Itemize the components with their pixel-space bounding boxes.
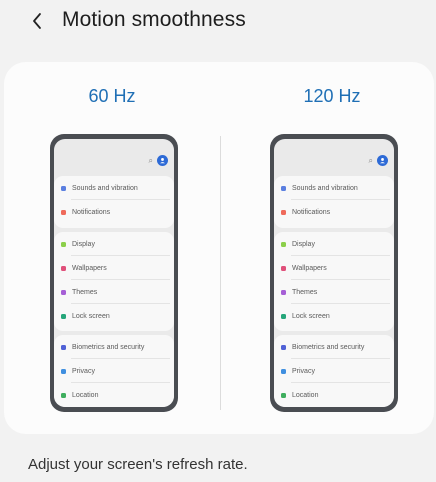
list-item: Themes <box>54 280 174 304</box>
list-item: Lock screen <box>274 304 394 328</box>
refresh-rate-card: 60 Hz ⌕ Sounds and vibration Notificatio… <box>4 62 434 434</box>
list-item-label: Privacy <box>72 367 95 375</box>
list-item-label: Location <box>292 391 319 399</box>
option-label-120hz: 120 Hz <box>303 86 361 106</box>
location-icon <box>61 392 66 398</box>
list-item: Notifications <box>274 200 394 224</box>
settings-group: Display Wallpapers Themes Lock screen <box>274 232 394 331</box>
themes-icon <box>281 289 286 295</box>
option-label-60hz: 60 Hz <box>88 86 136 106</box>
search-icon: ⌕ <box>368 155 373 165</box>
list-item-label: Privacy <box>292 367 315 375</box>
option-60hz[interactable]: 60 Hz ⌕ Sounds and vibration Notificatio… <box>12 62 212 434</box>
list-item-label: Biometrics and security <box>72 343 145 351</box>
app-bar: Motion smoothness <box>0 0 436 44</box>
list-item: Lock screen <box>54 304 174 328</box>
back-button[interactable] <box>26 9 48 33</box>
privacy-icon <box>61 368 66 374</box>
list-item-label: Sounds and vibration <box>72 184 138 192</box>
list-item-label: Display <box>292 240 315 248</box>
list-item-label: Themes <box>292 288 318 296</box>
sounds-icon <box>61 185 66 191</box>
list-item-label: Biometrics and security <box>292 343 365 351</box>
search-icon: ⌕ <box>148 155 153 165</box>
privacy-icon <box>281 368 286 374</box>
list-item-label: Wallpapers <box>72 264 107 272</box>
wallpapers-icon <box>61 265 66 271</box>
chevron-left-icon <box>33 13 41 29</box>
option-divider <box>220 136 221 410</box>
list-item: Display <box>54 232 174 256</box>
page-title: Motion smoothness <box>62 8 246 31</box>
settings-group: Display Wallpapers Themes Lock screen <box>54 232 174 331</box>
phone-screen: ⌕ Sounds and vibration Notifications Dis… <box>54 139 174 407</box>
phone-preview-60hz: ⌕ Sounds and vibration Notifications Dis… <box>50 134 178 412</box>
list-item: Display <box>274 232 394 256</box>
account-icon <box>157 155 168 166</box>
settings-group: Sounds and vibration Notifications <box>54 176 174 228</box>
account-icon <box>377 155 388 166</box>
description-text: Adjust your screen's refresh rate. <box>28 456 248 473</box>
display-icon <box>61 241 66 247</box>
notifications-icon <box>281 209 286 215</box>
notifications-icon <box>61 209 66 215</box>
list-item: Sounds and vibration <box>54 176 174 200</box>
preview-toolbar: ⌕ <box>149 155 168 166</box>
sounds-icon <box>281 185 286 191</box>
settings-group: Biometrics and security Privacy Location <box>54 335 174 407</box>
list-item: Wallpapers <box>54 256 174 280</box>
display-icon <box>281 241 286 247</box>
list-item: Privacy <box>274 359 394 383</box>
phone-screen: ⌕ Sounds and vibration Notifications Dis… <box>274 139 394 407</box>
lock-screen-icon <box>61 313 66 319</box>
list-item: Biometrics and security <box>274 335 394 359</box>
list-item-label: Lock screen <box>292 312 330 320</box>
wallpapers-icon <box>281 265 286 271</box>
settings-group: Sounds and vibration Notifications <box>274 176 394 228</box>
list-item: Sounds and vibration <box>274 176 394 200</box>
list-item-label: Themes <box>72 288 98 296</box>
location-icon <box>281 392 286 398</box>
list-item: Biometrics and security <box>54 335 174 359</box>
settings-group: Biometrics and security Privacy Location <box>274 335 394 407</box>
list-item: Wallpapers <box>274 256 394 280</box>
lock-screen-icon <box>281 313 286 319</box>
list-item-label: Lock screen <box>72 312 110 320</box>
preview-toolbar: ⌕ <box>369 155 388 166</box>
biometrics-icon <box>61 344 66 350</box>
list-item: Location <box>274 383 394 407</box>
themes-icon <box>61 289 66 295</box>
list-item: Location <box>54 383 174 407</box>
list-item-label: Wallpapers <box>292 264 327 272</box>
list-item-label: Sounds and vibration <box>292 184 358 192</box>
list-item-label: Display <box>72 240 95 248</box>
phone-preview-120hz: ⌕ Sounds and vibration Notifications Dis… <box>270 134 398 412</box>
list-item: Themes <box>274 280 394 304</box>
list-item: Privacy <box>54 359 174 383</box>
option-120hz[interactable]: 120 Hz ⌕ Sounds and vibration Notificati… <box>232 62 432 434</box>
list-item-label: Location <box>72 391 99 399</box>
list-item-label: Notifications <box>292 208 331 216</box>
list-item: Notifications <box>54 200 174 224</box>
list-item-label: Notifications <box>72 208 111 216</box>
biometrics-icon <box>281 344 286 350</box>
